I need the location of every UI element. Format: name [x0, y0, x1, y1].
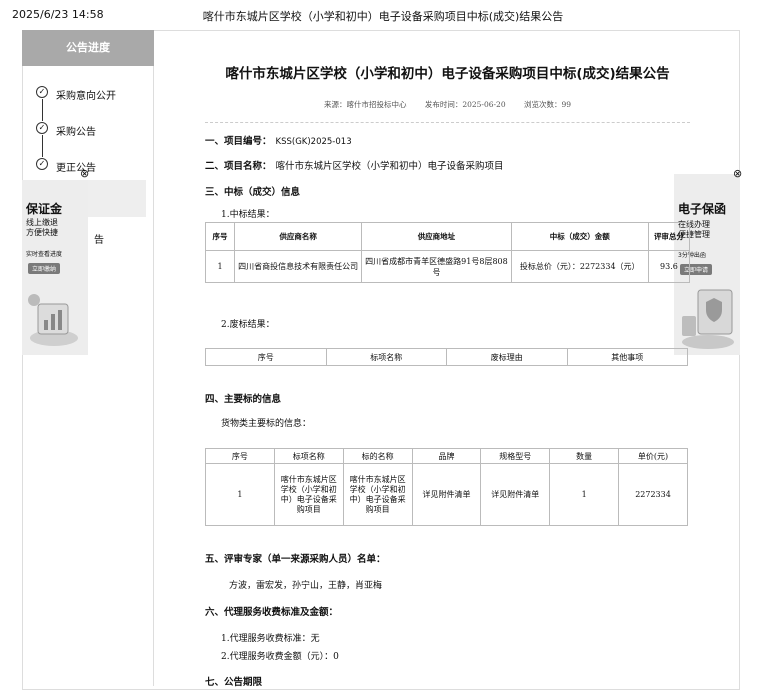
step-label: 告: [94, 235, 104, 246]
section-heading: 一、项目编号：: [205, 136, 272, 147]
sidebar-heading: 公告进度: [22, 30, 154, 66]
column-header: 标的名称: [342, 448, 413, 464]
table-cell: 喀什市东城片区学校（小学和初中）电子设备采购项目: [342, 463, 413, 526]
print-title: 喀什市东城片区学校（小学和初中）电子设备采购项目中标(成交)结果公告: [202, 10, 564, 23]
table-cell: 1: [204, 250, 236, 283]
section-heading: 二、项目名称：: [205, 161, 272, 172]
divider: [205, 122, 690, 123]
column-header: 序号: [204, 222, 236, 251]
section-agency-fee: 六、代理服务收费标准及金额：: [205, 604, 338, 618]
table-cell: 1: [205, 463, 275, 526]
ad-title: 电子保函: [678, 202, 727, 216]
section-experts: 五、评审专家（单一来源采购人员）名单：: [205, 551, 386, 565]
close-icon[interactable]: ⊗: [80, 167, 89, 180]
table-cell: 1: [549, 463, 620, 526]
step-label: 采购公告: [56, 127, 96, 138]
ad-deposit[interactable]: 保证金 线上缴退 方便快捷 实时查看进度 立即缴纳: [22, 180, 88, 355]
sidebar-step-list: ✓ 采购意向公开 ✓ 采购公告 ✓ 更正公告 告 告: [22, 66, 154, 686]
ad-button[interactable]: 立即缴纳: [28, 263, 61, 274]
shield-illustration-icon: [682, 289, 734, 349]
table-cell: 喀什市东城片区学校（小学和初中）电子设备采购项目: [273, 463, 344, 526]
doc-meta: 来源：喀什市招投标中心 发布时间：2025-06-20 浏览次数：99: [205, 99, 690, 110]
ad-title: 保证金: [26, 202, 63, 216]
goods-table: 序号 标项名称 标的名称 品牌 规格型号 数量 单价(元) 1 喀什市东城片区学…: [205, 448, 688, 526]
check-circle-icon: ✓: [36, 86, 48, 98]
section-main-items: 四、主要标的信息: [205, 391, 281, 405]
table-cell: 投标总价（元）：2272334（元）: [510, 250, 649, 283]
table-row: 1 四川省商投信息技术有限责任公司 四川省成都市青羊区德盛路91号8层808号 …: [204, 250, 691, 283]
step-label: 更正公告: [56, 163, 96, 174]
ad-sub: 方便快捷: [26, 228, 58, 237]
goods-label: 货物类主要标的信息：: [221, 419, 312, 429]
expert-list: 方波，雷宏发，孙宁山，王静，肖亚梅: [229, 581, 383, 591]
table-cell: 93.6: [647, 250, 691, 283]
step-connector: [42, 135, 43, 157]
section-heading: 四、主要标的信息: [205, 394, 282, 405]
column-header: 供应商名称: [234, 222, 363, 251]
column-header: 标项名称: [325, 348, 447, 366]
section-heading: 七、公告期限: [205, 677, 263, 688]
table-cell: 详见附件清单: [480, 463, 551, 526]
section-heading: 三、中标（成交）信息: [205, 187, 301, 198]
section-heading: 六、代理服务收费标准及金额：: [205, 607, 339, 618]
column-header: 序号: [205, 348, 327, 366]
column-header: 规格型号: [480, 448, 551, 464]
section-project-number: 一、项目编号： KSS(GK)2025-013: [205, 133, 352, 147]
table-row: 1 喀什市东城片区学校（小学和初中）电子设备采购项目 喀什市东城片区学校（小学和…: [205, 463, 688, 526]
column-header: 废标理由: [446, 348, 568, 366]
column-header: 供应商地址: [361, 222, 512, 251]
table-cell: 四川省成都市青羊区德盛路91号8层808号: [361, 250, 512, 283]
table-header-row: 序号 供应商名称 供应商地址 中标（成交）金额 评审总分: [204, 222, 691, 251]
ad-sub: 线上缴退: [26, 218, 58, 227]
table-cell: 详见附件清单: [411, 463, 482, 526]
win-result-label: 1.中标结果：: [221, 210, 275, 220]
fee-standard: 1.代理服务收费标准：无: [221, 634, 320, 644]
print-header: 2025/6/23 14:58 喀什市东城片区学校（小学和初中）电子设备采购项目…: [0, 0, 766, 26]
fee-amount: 2.代理服务收费金额（元）：0: [221, 652, 339, 662]
check-circle-icon: ✓: [36, 122, 48, 134]
doc-source: 来源：喀什市招投标中心: [323, 100, 407, 109]
table-header-row: 序号 标项名称 标的名称 品牌 规格型号 数量 单价(元): [205, 448, 688, 464]
section-project-name: 二、项目名称： 喀什市东城片区学校（小学和初中）电子设备采购项目: [205, 158, 504, 172]
section-notice-period: 七、公告期限: [205, 674, 262, 688]
void-result-table: 序号 标项名称 废标理由 其他事项: [205, 348, 688, 366]
column-header: 其他事项: [566, 348, 688, 366]
column-header: 序号: [205, 448, 275, 464]
project-number: KSS(GK)2025-013: [275, 137, 352, 147]
column-header: 品牌: [411, 448, 482, 464]
table-cell: 2272334: [618, 463, 688, 526]
chart-illustration-icon: [28, 294, 78, 346]
doc-view-count: 浏览次数：99: [523, 100, 572, 109]
void-result-label: 2.废标结果：: [221, 320, 275, 330]
column-header: 评审总分: [647, 222, 691, 251]
ad-sub: 实时查看进度: [26, 251, 63, 258]
page-title: 喀什市东城片区学校（小学和初中）电子设备采购项目中标(成交)结果公告: [225, 66, 670, 82]
close-icon[interactable]: ⊗: [733, 167, 742, 180]
win-result-table: 序号 供应商名称 供应商地址 中标（成交）金额 评审总分 1 四川省商投信息技术…: [204, 222, 691, 283]
check-circle-icon: ✓: [36, 158, 48, 170]
project-name: 喀什市东城片区学校（小学和初中）电子设备采购项目: [275, 161, 504, 172]
section-award-info: 三、中标（成交）信息: [205, 184, 300, 198]
progress-sidebar: 公告进度 ✓ 采购意向公开 ✓ 采购公告 ✓ 更正公告 告 告: [22, 30, 154, 690]
section-heading: 五、评审专家（单一来源采购人员）名单：: [205, 554, 386, 565]
column-header: 标项名称: [273, 448, 344, 464]
table-header-row: 序号 标项名称 废标理由 其他事项: [205, 348, 688, 366]
column-header: 数量: [549, 448, 620, 464]
step-connector: [42, 99, 43, 121]
doc-publish-time: 发布时间：2025-06-20: [424, 100, 506, 109]
column-header: 中标（成交）金额: [510, 222, 649, 251]
table-cell: 四川省商投信息技术有限责任公司: [234, 250, 363, 283]
step-label: 采购意向公开: [56, 91, 116, 102]
column-header: 单价(元): [618, 448, 688, 464]
